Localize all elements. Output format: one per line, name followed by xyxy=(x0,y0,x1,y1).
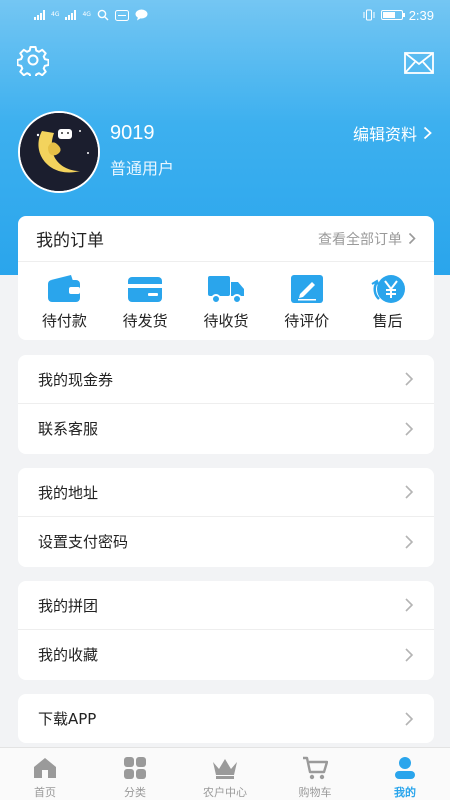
orders-title: 我的订单 xyxy=(36,231,104,251)
network-label: 4G xyxy=(82,11,91,18)
chevron-right-icon xyxy=(405,711,414,726)
orders-header: 我的订单 查看全部订单 xyxy=(18,216,434,262)
truck-icon xyxy=(207,276,244,304)
user-type-label: 普通用户 xyxy=(110,159,175,178)
order-status-pending-shipment[interactable]: 待发货 xyxy=(106,272,184,331)
order-status-label: 售后 xyxy=(372,312,403,330)
menu-group: 下载APP xyxy=(18,694,434,743)
bottom-tab-bar: 首页 分类 农户中心 购物车 我的 xyxy=(0,747,450,800)
menu-item-label: 下载APP xyxy=(38,710,97,728)
order-status-label: 待付款 xyxy=(41,312,87,330)
signal-icon xyxy=(65,10,77,20)
avatar[interactable] xyxy=(18,111,100,193)
menu-group: 我的地址 设置支付密码 xyxy=(18,468,434,567)
menu-item-cash-coupons[interactable]: 我的现金券 xyxy=(18,355,434,404)
network-label: 4G xyxy=(51,11,60,18)
order-status-label: 待评价 xyxy=(284,312,330,330)
order-status-label: 待发货 xyxy=(122,312,168,330)
menu-item-group-buy[interactable]: 我的拼团 xyxy=(18,581,434,630)
order-status-pending-payment[interactable]: 待付款 xyxy=(25,272,103,331)
menu-item-label: 我的现金券 xyxy=(38,370,114,389)
chevron-right-icon xyxy=(408,232,416,245)
tab-label: 购物车 xyxy=(298,786,332,799)
review-pen-icon xyxy=(290,275,323,303)
chat-bubble-icon xyxy=(135,9,148,21)
user-icon xyxy=(395,757,415,779)
tab-category[interactable]: 分类 xyxy=(90,748,180,800)
menu-item-download-app[interactable]: 下载APP xyxy=(18,694,434,743)
tab-home[interactable]: 首页 xyxy=(0,748,90,800)
view-all-orders-label: 查看全部订单 xyxy=(318,231,402,248)
battery-icon xyxy=(380,10,405,20)
search-icon xyxy=(97,9,109,21)
menu-item-label: 我的收藏 xyxy=(38,646,99,664)
tab-farmer-center[interactable]: 农户中心 xyxy=(180,748,270,800)
status-bar: 4G 4G 2:39 xyxy=(0,0,450,30)
chevron-right-icon xyxy=(405,421,414,436)
cart-icon xyxy=(303,756,328,780)
menu-item-favorites[interactable]: 我的收藏 xyxy=(18,630,434,679)
tab-label: 分类 xyxy=(124,786,146,799)
signal-icon xyxy=(34,10,45,20)
menu-item-customer-service[interactable]: 联系客服 xyxy=(18,404,434,453)
menu-item-label: 联系客服 xyxy=(38,420,99,438)
menu-group: 我的现金券 联系客服 xyxy=(18,355,434,454)
chevron-right-icon xyxy=(405,534,414,549)
menu-item-label: 我的地址 xyxy=(38,483,99,502)
menu-item-label: 我的拼团 xyxy=(38,596,99,615)
tab-label: 农户中心 xyxy=(203,786,247,799)
status-time: 2:39 xyxy=(408,7,434,23)
crown-icon xyxy=(213,759,237,779)
chevron-right-icon xyxy=(405,647,414,662)
menu-item-my-address[interactable]: 我的地址 xyxy=(18,468,434,517)
edit-profile-link[interactable]: 编辑资料 xyxy=(353,121,432,145)
order-status-pending-receipt[interactable]: 待收货 xyxy=(187,272,265,331)
vibrate-icon xyxy=(363,9,375,21)
tab-cart[interactable]: 购物车 xyxy=(270,748,360,800)
order-status-pending-review[interactable]: 待评价 xyxy=(268,272,346,331)
home-icon xyxy=(34,758,56,778)
category-icon xyxy=(124,757,146,779)
tab-label: 首页 xyxy=(34,786,56,799)
menu-group: 我的拼团 我的收藏 xyxy=(18,581,434,680)
menu-item-label: 设置支付密码 xyxy=(38,533,129,551)
chevron-right-icon xyxy=(423,126,432,140)
app-notification-icon xyxy=(114,9,129,21)
order-status-label: 待收货 xyxy=(203,312,249,330)
username: 9019 xyxy=(110,122,155,144)
view-all-orders-link[interactable]: 查看全部订单 xyxy=(318,229,416,249)
gear-icon[interactable] xyxy=(17,44,49,76)
card-icon xyxy=(128,277,163,302)
orders-card: 我的订单 查看全部订单 待付款 待发货 待收货 待评价 售后 xyxy=(18,216,434,340)
menu-item-payment-password[interactable]: 设置支付密码 xyxy=(18,517,434,566)
wallet-icon xyxy=(48,275,81,302)
tab-label: 我的 xyxy=(394,786,416,799)
chevron-right-icon xyxy=(405,372,414,386)
chevron-right-icon xyxy=(405,598,414,612)
yen-refund-icon xyxy=(371,275,405,303)
chevron-right-icon xyxy=(405,485,414,499)
order-status-after-sales[interactable]: 售后 xyxy=(349,272,427,331)
mail-icon[interactable] xyxy=(404,52,434,74)
tab-mine[interactable]: 我的 xyxy=(360,748,450,800)
edit-profile-label: 编辑资料 xyxy=(352,125,417,144)
